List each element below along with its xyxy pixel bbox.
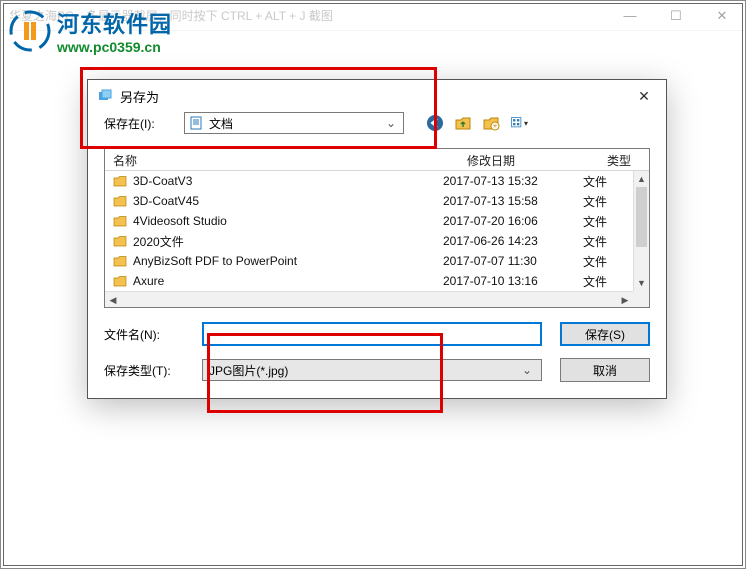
save-button[interactable]: 保存(S) <box>560 322 650 346</box>
dialog-close-button[interactable]: ✕ <box>632 84 656 108</box>
file-type: 文件 <box>583 273 633 290</box>
folder-icon <box>113 236 127 247</box>
file-name: AnyBizSoft PDF to PowerPoint <box>133 254 297 268</box>
back-icon[interactable] <box>426 114 444 132</box>
dialog-titlebar[interactable]: 另存为 ✕ <box>88 80 666 112</box>
file-date: 2017-07-07 11:30 <box>443 254 583 268</box>
column-header-date[interactable]: 修改日期 <box>459 149 599 170</box>
filename-label: 文件名(N): <box>104 326 184 343</box>
scroll-right-icon[interactable]: ▶ <box>617 292 633 308</box>
file-name: 3D-CoatV45 <box>133 194 199 208</box>
column-header-name[interactable]: 名称 <box>105 149 459 170</box>
list-item[interactable]: 4Videosoft Studio 2017-07-20 16:06文件 <box>105 211 633 231</box>
documents-icon <box>189 116 203 130</box>
svg-text:✳: ✳ <box>492 123 497 130</box>
file-date: 2017-07-13 15:58 <box>443 194 583 208</box>
file-type: 文件 <box>583 193 633 210</box>
file-type: 文件 <box>583 173 633 190</box>
file-name: 2020文件 <box>133 233 184 250</box>
watermark-site-name: 河东软件园 <box>57 7 172 39</box>
file-date: 2017-07-13 15:32 <box>443 174 583 188</box>
chevron-down-icon: ⌄ <box>519 363 535 377</box>
scroll-thumb[interactable] <box>636 187 647 247</box>
save-in-label: 保存在(I): <box>104 115 174 132</box>
parent-min-button[interactable]: — <box>607 1 653 31</box>
scroll-left-icon[interactable]: ◀ <box>105 292 121 308</box>
file-type: 文件 <box>583 233 633 250</box>
file-date: 2017-06-26 14:23 <box>443 234 583 248</box>
list-item[interactable]: 3D-CoatV45 2017-07-13 15:58文件 <box>105 191 633 211</box>
column-header-type[interactable]: 类型 <box>599 149 649 170</box>
filetype-combo[interactable]: JPG图片(*.jpg) ⌄ <box>202 359 542 381</box>
file-name: Axure <box>133 274 164 288</box>
file-name: 4Videosoft Studio <box>133 214 227 228</box>
scrollbar-corner <box>633 291 649 307</box>
list-item[interactable]: 2020文件 2017-06-26 14:23文件 <box>105 231 633 251</box>
cancel-button[interactable]: 取消 <box>560 358 650 382</box>
folder-icon <box>113 216 127 227</box>
file-name: 3D-CoatV3 <box>133 174 192 188</box>
list-item[interactable]: AnyBizSoft PDF to PowerPoint 2017-07-07 1… <box>105 251 633 271</box>
chevron-down-icon: ⌄ <box>383 116 399 130</box>
folder-icon <box>113 176 127 187</box>
list-item[interactable]: Axure 2017-07-10 13:16文件 <box>105 271 633 291</box>
folder-icon <box>113 256 127 267</box>
save-in-value: 文档 <box>209 115 377 132</box>
dialog-icon <box>98 89 112 103</box>
file-type: 文件 <box>583 213 633 230</box>
filetype-label: 保存类型(T): <box>104 362 184 379</box>
vertical-scrollbar[interactable]: ▲ ▼ <box>633 171 649 291</box>
save-in-combo[interactable]: 文档 ⌄ <box>184 112 404 134</box>
watermark: 河东软件园 www.pc0359.cn <box>9 7 172 55</box>
scroll-down-icon[interactable]: ▼ <box>634 275 649 291</box>
up-folder-icon[interactable] <box>454 114 472 132</box>
list-item[interactable]: 3D-CoatV3 2017-07-13 15:32文件 <box>105 171 633 191</box>
file-date: 2017-07-20 16:06 <box>443 214 583 228</box>
view-menu-icon[interactable]: ▾ <box>510 114 528 132</box>
new-folder-icon[interactable]: ✳ <box>482 114 500 132</box>
save-as-dialog: 另存为 ✕ 保存在(I): 文档 ⌄ ✳ ▾ 名称 修改日期 <box>87 79 667 399</box>
folder-icon <box>113 276 127 287</box>
dialog-title: 另存为 <box>120 87 632 106</box>
filename-input[interactable] <box>202 322 542 346</box>
scroll-up-icon[interactable]: ▲ <box>634 171 649 187</box>
file-type: 文件 <box>583 253 633 270</box>
watermark-logo-icon <box>9 10 51 52</box>
file-list-header[interactable]: 名称 修改日期 类型 <box>105 149 649 171</box>
parent-max-button[interactable]: ☐ <box>653 1 699 31</box>
horizontal-scrollbar[interactable]: ◀ ▶ <box>105 291 633 307</box>
filetype-value: JPG图片(*.jpg) <box>209 362 519 379</box>
parent-close-button[interactable]: ✕ <box>699 1 745 31</box>
file-list: 名称 修改日期 类型 3D-CoatV32017-07-13 15:32文件3D… <box>104 148 650 308</box>
folder-icon <box>113 196 127 207</box>
file-date: 2017-07-10 13:16 <box>443 274 583 288</box>
watermark-site-url: www.pc0359.cn <box>57 39 172 55</box>
